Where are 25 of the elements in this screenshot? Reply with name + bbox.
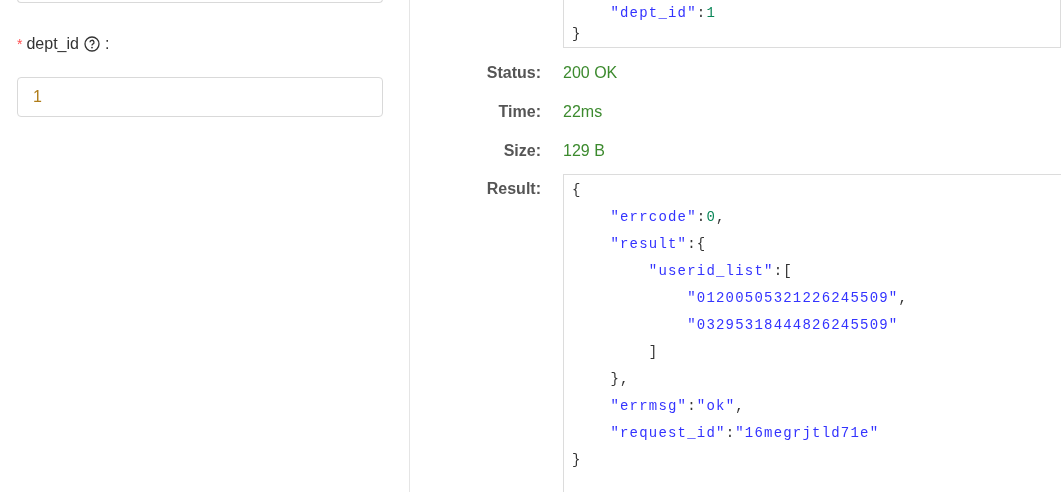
help-icon[interactable] — [83, 36, 100, 52]
meta-label: Time: — [497, 102, 541, 122]
meta-value: 200 OK — [563, 63, 618, 83]
code-line: "result":{ — [609, 235, 707, 254]
code-line: "errmsg":"ok", — [609, 397, 745, 416]
code-line: "03295318444826245509" — [686, 316, 899, 335]
code-line: "request_id":"16megrjtld71e" — [609, 424, 880, 443]
meta-value: 129 B — [563, 141, 605, 161]
label-colon: : — [104, 34, 110, 54]
code-line: "01200505321226245509", — [686, 289, 909, 308]
meta-value: 22ms — [563, 102, 603, 122]
code-line: } — [572, 25, 582, 44]
code-line: }, — [609, 370, 630, 389]
meta-label: Result: — [486, 179, 541, 199]
meta-label: Status: — [485, 63, 541, 83]
code-line: "errcode":0, — [609, 208, 726, 227]
meta-label: Size: — [502, 141, 541, 161]
code-line: "dept_id":1 — [609, 4, 717, 23]
code-line: "userid_list":[ — [647, 262, 793, 281]
field-label: dept_id — [26, 34, 79, 54]
code-line: ] — [647, 343, 659, 362]
input-field[interactable]: 1 — [17, 77, 383, 117]
code-line: { — [572, 181, 582, 200]
required-mark: * — [17, 34, 23, 54]
code-line: } — [572, 451, 582, 470]
